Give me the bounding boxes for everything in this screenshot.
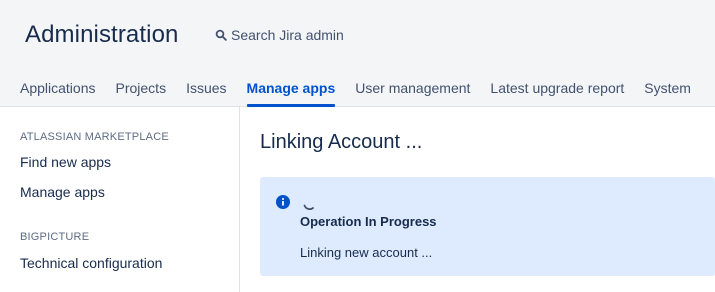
page-title: Administration: [25, 21, 179, 48]
admin-header: Administration Search Jira admin Applica…: [0, 0, 715, 107]
sidebar-item-find-new-apps[interactable]: Find new apps: [20, 154, 111, 170]
search-label: Search Jira admin: [231, 27, 344, 43]
admin-tabs: Applications Projects Issues Manage apps…: [20, 70, 711, 107]
search-icon: [215, 29, 227, 41]
tab-applications[interactable]: Applications: [20, 70, 96, 107]
message-title: Operation In Progress: [300, 214, 437, 229]
info-message: Operation In Progress Linking new accoun…: [260, 177, 715, 276]
tab-projects[interactable]: Projects: [116, 70, 167, 107]
message-body: Linking new account ...: [300, 245, 433, 260]
tab-issues[interactable]: Issues: [186, 70, 226, 107]
sidebar: ATLASSIAN MARKETPLACE Find new apps Mana…: [0, 107, 240, 292]
tab-system[interactable]: System: [644, 70, 691, 107]
search-jira-admin[interactable]: Search Jira admin: [215, 26, 344, 44]
loading-spinner-icon: [303, 204, 314, 211]
tab-user-management[interactable]: User management: [355, 70, 470, 107]
main-content: Linking Account ... Operation In Progres…: [240, 107, 715, 292]
tab-manage-apps[interactable]: Manage apps: [246, 70, 335, 107]
sidebar-heading-marketplace: ATLASSIAN MARKETPLACE: [20, 131, 169, 143]
sidebar-item-manage-apps[interactable]: Manage apps: [20, 184, 105, 200]
tab-latest-upgrade-report[interactable]: Latest upgrade report: [490, 70, 624, 107]
sidebar-heading-bigpicture: BIGPICTURE: [20, 231, 90, 243]
info-icon: [276, 195, 290, 209]
main-title: Linking Account ...: [260, 131, 423, 153]
sidebar-item-technical-configuration[interactable]: Technical configuration: [20, 255, 162, 271]
